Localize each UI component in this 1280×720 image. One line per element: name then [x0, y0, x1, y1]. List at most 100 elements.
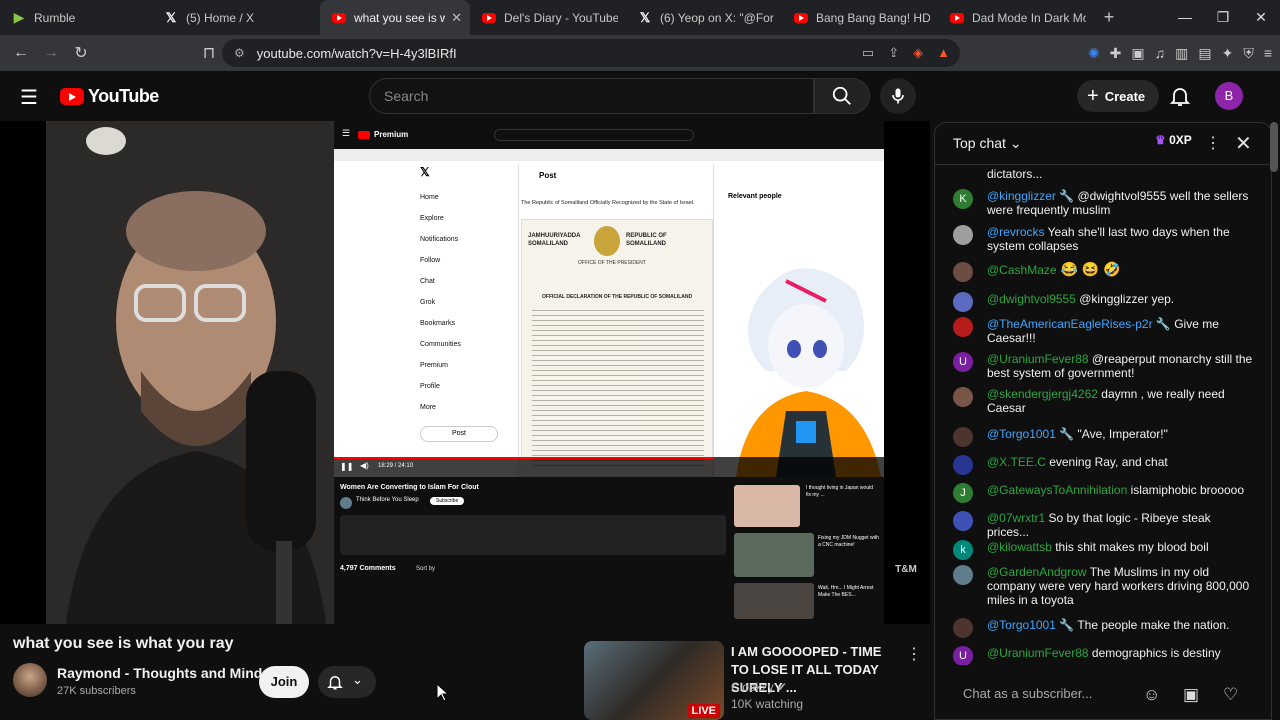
bookmark-icon[interactable]: ⊓ [196, 43, 222, 63]
x-logo-icon: 𝕏 [420, 165, 430, 179]
chat-menu-icon[interactable]: ⋮ [1205, 133, 1221, 153]
minimize-icon[interactable]: — [1166, 0, 1204, 35]
hamburger-menu-icon[interactable]: ☰ [20, 85, 40, 110]
close-window-icon[interactable]: ✕ [1242, 0, 1280, 35]
chat-messages: dictators... K @kingglizzer 🔧 @dwightvol… [935, 165, 1265, 665]
subscription-bell-button[interactable]: ⌄ [318, 666, 376, 698]
brave-shields-icon[interactable]: ◈ [913, 45, 923, 61]
chat-author[interactable]: @TheAmericanEagleRises-p2r [987, 317, 1153, 331]
create-label: Create [1104, 88, 1146, 104]
chat-author[interactable]: @X.TEE.C [987, 455, 1046, 469]
bell-icon [327, 676, 343, 690]
wallet-icon[interactable]: ▤ [1198, 45, 1211, 62]
chat-author[interactable]: @skendergjergj4262 [987, 387, 1098, 401]
account-avatar[interactable]: B [1215, 82, 1243, 110]
tab-x-yeop[interactable]: 𝕏 (6) Yeop on X: "@Forsaken [626, 0, 782, 35]
video-player[interactable]: ☰ Premium 𝕏 Home Explore Notifications F… [0, 121, 930, 624]
inner-rec-title-2: Fixing my JDM Nugget with a CNC machine! [818, 535, 879, 548]
x-post-button: Post [420, 426, 498, 442]
tab-title: what you see is wh [354, 10, 446, 25]
inner-yt-header: ☰ Premium [334, 121, 884, 149]
recommended-thumbnail[interactable]: LIVE [584, 641, 724, 720]
tab-title: Dad Mode In Dark Mode - [972, 10, 1086, 25]
chat-author[interactable]: @revrocks [987, 225, 1045, 239]
more-options-icon[interactable]: ⋮ [906, 644, 922, 664]
tab-x-home[interactable]: 𝕏 (5) Home / X [152, 0, 320, 35]
page-scrollbar[interactable] [1270, 122, 1278, 172]
site-info-icon[interactable]: ⚙ [234, 46, 245, 60]
chat-avatar: J [953, 483, 973, 503]
x-nav-item: Follow [420, 257, 441, 264]
chat-avatar: U [953, 646, 973, 665]
voice-search-button[interactable] [880, 78, 916, 114]
tab-dad-mode[interactable]: Dad Mode In Dark Mode - [938, 0, 1094, 35]
chat-input[interactable]: Chat as a subscriber... [953, 679, 1133, 709]
chat-author[interactable]: @GardenAndgrow [987, 565, 1087, 579]
chat-author[interactable]: @GatewaysToAnnihilation [987, 483, 1127, 497]
recommended-channel[interactable]: Cloakzy ✔ [731, 680, 787, 694]
search-button[interactable] [814, 78, 870, 114]
tab-dels-diary[interactable]: Del's Diary - YouTube [470, 0, 626, 35]
url-field[interactable]: ⚙ youtube.com/watch?v=H-4y3lBIRfI ▭ ⇪ ◈ … [222, 39, 960, 67]
chat-author[interactable]: @UraniumFever88 [987, 352, 1089, 366]
tab-bang-bang[interactable]: Bang Bang Bang! HD - Yo [782, 0, 938, 35]
xp-badge[interactable]: ♛ 0XP [1149, 133, 1198, 155]
search-input[interactable]: Search [369, 78, 814, 114]
x-icon: 𝕏 [639, 9, 651, 25]
tab-current-video[interactable]: what you see is wh ✕ [320, 0, 470, 35]
youtube-icon [950, 12, 964, 23]
inner-rec-thumb-1 [734, 485, 800, 527]
tab-rumble[interactable]: ▶ Rumble [0, 0, 152, 35]
video-title: what you see is what you ray [13, 635, 234, 652]
tab-title: Bang Bang Bang! HD - Yo [816, 10, 930, 25]
forward-icon[interactable]: → [38, 44, 64, 62]
youtube-logo[interactable]: YouTube [60, 86, 159, 107]
chat-author[interactable]: @kilowattsb [987, 540, 1052, 554]
chat-author[interactable]: @kingglizzer [987, 189, 1056, 203]
close-tab-icon[interactable]: ✕ [451, 10, 462, 26]
vpn-shield-icon[interactable]: ⛨ [1243, 45, 1254, 62]
youtube-header: ☰ YouTube Search + Create B [0, 71, 1280, 121]
plus-icon: + [1087, 84, 1099, 107]
brave-rewards-icon[interactable]: ▲ [937, 45, 950, 61]
x-post-text: The Republic of Somaliland Officially Re… [521, 200, 695, 206]
chat-author[interactable]: @Torgo1001 [987, 427, 1056, 441]
new-tab-button[interactable]: + [1094, 7, 1124, 28]
chat-message: @Torgo1001 🔧 The people make the nation. [953, 618, 1253, 638]
menu-icon[interactable]: ≡ [1264, 45, 1272, 61]
chat-message: @skendergjergj4262 daymn , we really nee… [953, 387, 1253, 415]
chat-author[interactable]: @UraniumFever88 [987, 646, 1089, 660]
url-text: youtube.com/watch?v=H-4y3lBIRfI [256, 45, 457, 61]
super-chat-icon[interactable]: ▣ [1183, 685, 1199, 705]
screenshot-icon[interactable]: ▣ [1131, 45, 1144, 62]
chat-avatar [953, 387, 973, 407]
heart-icon[interactable]: ♡ [1223, 685, 1238, 705]
chat-avatar: K [953, 189, 973, 209]
join-button[interactable]: Join [259, 666, 309, 698]
media-icon[interactable]: ♫ [1155, 45, 1166, 61]
inner-rec-title-3: Wait, Hm... I Might Arrest Make The BES.… [818, 585, 874, 598]
notifications-button[interactable] [1168, 84, 1192, 108]
chat-mode-dropdown[interactable]: Top chat ⌄ [953, 135, 1022, 152]
chat-author[interactable]: @07wrxtr1 [987, 511, 1045, 525]
x-nav-item: Profile [420, 383, 440, 390]
vpn-icon[interactable]: ✺ [1088, 45, 1100, 62]
share-icon[interactable]: ⇪ [888, 45, 899, 61]
extensions-icon[interactable]: ✚ [1110, 45, 1122, 62]
reload-icon[interactable]: ↻ [68, 43, 94, 63]
channel-name[interactable]: Raymond - Thoughts and Mind [57, 665, 262, 681]
back-icon[interactable]: ← [8, 44, 34, 62]
chat-message: @CashMaze 😂 😆 🤣 [953, 262, 1253, 282]
maximize-icon[interactable]: ❐ [1204, 0, 1242, 35]
url-tools: ▭ ⇪ ◈ ▲ [862, 45, 950, 61]
close-chat-icon[interactable]: ✕ [1235, 131, 1252, 156]
channel-avatar[interactable] [13, 663, 47, 697]
leo-icon[interactable]: ✦ [1222, 45, 1234, 62]
chat-author[interactable]: @dwightvol9555 [987, 292, 1076, 306]
create-button[interactable]: + Create [1077, 80, 1160, 112]
chat-author[interactable]: @Torgo1001 [987, 618, 1056, 632]
chat-author[interactable]: @CashMaze [987, 263, 1057, 277]
sidebar-icon[interactable]: ▥ [1175, 45, 1188, 62]
cast-icon[interactable]: ▭ [862, 45, 874, 61]
emoji-icon[interactable]: ☺ [1143, 685, 1160, 705]
